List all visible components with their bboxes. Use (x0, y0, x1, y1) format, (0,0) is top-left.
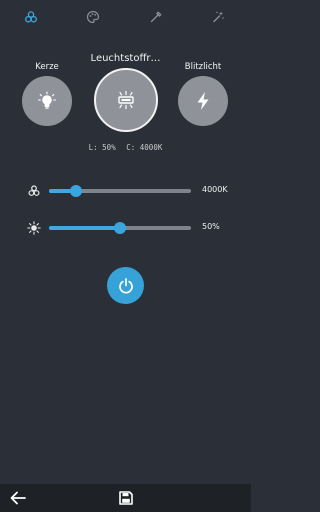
brightness-sun-icon (27, 221, 41, 235)
temperature-slider-row: 4000K (0, 181, 251, 201)
mode-fluorescent-button[interactable] (93, 68, 158, 132)
mode-label-fluorescent: Leuchtstoffr… (90, 53, 161, 64)
mode-candle[interactable]: Kerze (20, 62, 74, 126)
bottom-bar (0, 484, 251, 512)
light-readout: L: 50% C: 4000K (0, 143, 251, 152)
save-icon (119, 491, 133, 505)
level-readout: L: 50% (88, 143, 116, 152)
mode-flash-button[interactable] (178, 76, 228, 126)
magic-wand-icon (213, 11, 224, 23)
brightness-slider[interactable] (49, 222, 191, 234)
temperature-value: 4000K (202, 185, 228, 194)
power-icon (118, 277, 133, 294)
brightness-slider-row: 50% (0, 218, 251, 238)
temperature-slider[interactable] (49, 185, 191, 197)
mode-label-candle: Kerze (35, 62, 59, 72)
mode-fluorescent[interactable]: Leuchtstoffr… (80, 53, 171, 132)
mode-label-flash: Blitzlicht (184, 62, 222, 72)
fluorescent-lamp-icon (117, 90, 134, 110)
mode-flash[interactable]: Blitzlicht (176, 62, 230, 126)
tab-color-circles[interactable] (20, 6, 42, 28)
tab-magic-wand[interactable] (207, 6, 229, 28)
temperature-slider-thumb[interactable] (69, 185, 82, 197)
color-temperature-icon (28, 185, 40, 196)
color-circles-icon (25, 11, 37, 23)
tab-palette[interactable] (82, 6, 104, 28)
brightness-slider-thumb[interactable] (114, 222, 126, 234)
back-button[interactable] (8, 488, 28, 508)
flash-icon (197, 92, 209, 110)
brightness-value: 50% (202, 222, 220, 231)
power-button[interactable] (107, 267, 144, 304)
mode-candle-button[interactable] (22, 76, 72, 126)
top-tab-bar (0, 0, 251, 34)
save-button[interactable] (116, 488, 136, 508)
back-arrow-icon (10, 491, 26, 505)
color-temp-readout: C: 4000K (126, 143, 163, 152)
pipette-icon (150, 11, 162, 23)
candle-bulb-icon (37, 91, 57, 109)
brightness-slider-fill (49, 226, 120, 230)
tab-pipette[interactable] (145, 6, 167, 28)
palette-icon (86, 10, 100, 24)
